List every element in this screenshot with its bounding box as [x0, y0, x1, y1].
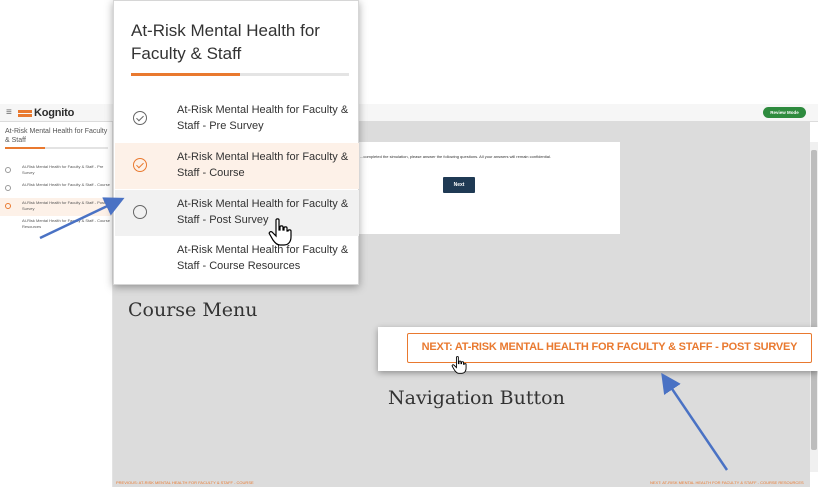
hand-pointer-cursor-icon	[268, 218, 292, 246]
sidebar-title: At-Risk Mental Health for Faculty & Staf…	[5, 128, 108, 144]
next-post-survey-button[interactable]: NEXT: AT-RISK MENTAL HEALTH FOR FACULTY …	[407, 333, 812, 363]
scrollbar-thumb[interactable]	[811, 150, 817, 450]
sidebar-item-post-survey[interactable]: At-Risk Mental Health for Faculty & Staf…	[0, 198, 112, 216]
next-button[interactable]: Next	[443, 177, 475, 193]
sidebar-item-label: At-Risk Mental Health for Faculty & Staf…	[22, 182, 110, 187]
menu-item-post-survey[interactable]: At-Risk Mental Health for Faculty & Staf…	[115, 190, 359, 236]
review-mode-badge[interactable]: Review Mode	[763, 107, 806, 118]
course-menu-caption: Course Menu	[128, 299, 258, 321]
hand-pointer-cursor-icon	[451, 356, 467, 374]
check-circle-icon	[5, 167, 11, 173]
check-circle-icon	[133, 158, 147, 172]
menu-item-course-resources[interactable]: At-Risk Mental Health for Faculty & Staf…	[115, 236, 359, 282]
sidebar: At-Risk Mental Health for Faculty & Staf…	[0, 122, 113, 487]
survey-instruction-text: ...completed the simulation, please answ…	[360, 154, 551, 159]
menu-item-course[interactable]: At-Risk Mental Health for Faculty & Staf…	[115, 143, 359, 189]
kognito-logo: Kognito	[18, 107, 74, 119]
sidebar-item-pre-survey[interactable]: At-Risk Mental Health for Faculty & Staf…	[0, 162, 112, 180]
logo-text: Kognito	[34, 107, 75, 119]
check-circle-icon	[5, 185, 11, 191]
navigation-button-caption: Navigation Button	[388, 387, 565, 409]
check-circle-icon	[133, 111, 147, 125]
previous-nav-link[interactable]: PREVIOUS: AT-RISK MENTAL HEALTH FOR FACU…	[116, 480, 254, 485]
menu-item-label: At-Risk Mental Health for Faculty & Staf…	[177, 244, 349, 272]
course-menu-callout: At-Risk Mental Health for Faculty & Staf…	[113, 0, 359, 285]
survey-intro-card: ...completed the simulation, please answ…	[330, 142, 620, 234]
navigation-button-callout: NEXT: AT-RISK MENTAL HEALTH FOR FACULTY …	[378, 327, 818, 371]
sidebar-item-label: At-Risk Mental Health for Faculty & Staf…	[22, 218, 110, 229]
next-nav-link[interactable]: NEXT: AT-RISK MENTAL HEALTH FOR FACULTY …	[650, 480, 804, 485]
sidebar-progress-fill	[5, 147, 45, 149]
menu-item-label: At-Risk Mental Health for Faculty & Staf…	[177, 104, 349, 132]
course-progress-fill	[131, 73, 240, 76]
circle-icon	[5, 203, 11, 209]
menu-item-pre-survey[interactable]: At-Risk Mental Health for Faculty & Staf…	[115, 96, 359, 142]
sidebar-item-label: At-Risk Mental Health for Faculty & Staf…	[22, 200, 106, 211]
sidebar-item-course-resources[interactable]: At-Risk Mental Health for Faculty & Staf…	[0, 216, 112, 234]
hamburger-menu-icon[interactable]: ≡	[6, 107, 12, 119]
menu-item-label: At-Risk Mental Health for Faculty & Staf…	[177, 198, 349, 226]
sidebar-item-label: At-Risk Mental Health for Faculty & Staf…	[22, 164, 104, 175]
course-menu-title: At-Risk Mental Health for Faculty & Staf…	[131, 21, 320, 63]
circle-icon	[133, 205, 147, 219]
kognito-logo-mark-icon	[18, 109, 32, 117]
menu-item-label: At-Risk Mental Health for Faculty & Staf…	[177, 151, 349, 179]
sidebar-item-course[interactable]: At-Risk Mental Health for Faculty & Staf…	[0, 180, 112, 198]
